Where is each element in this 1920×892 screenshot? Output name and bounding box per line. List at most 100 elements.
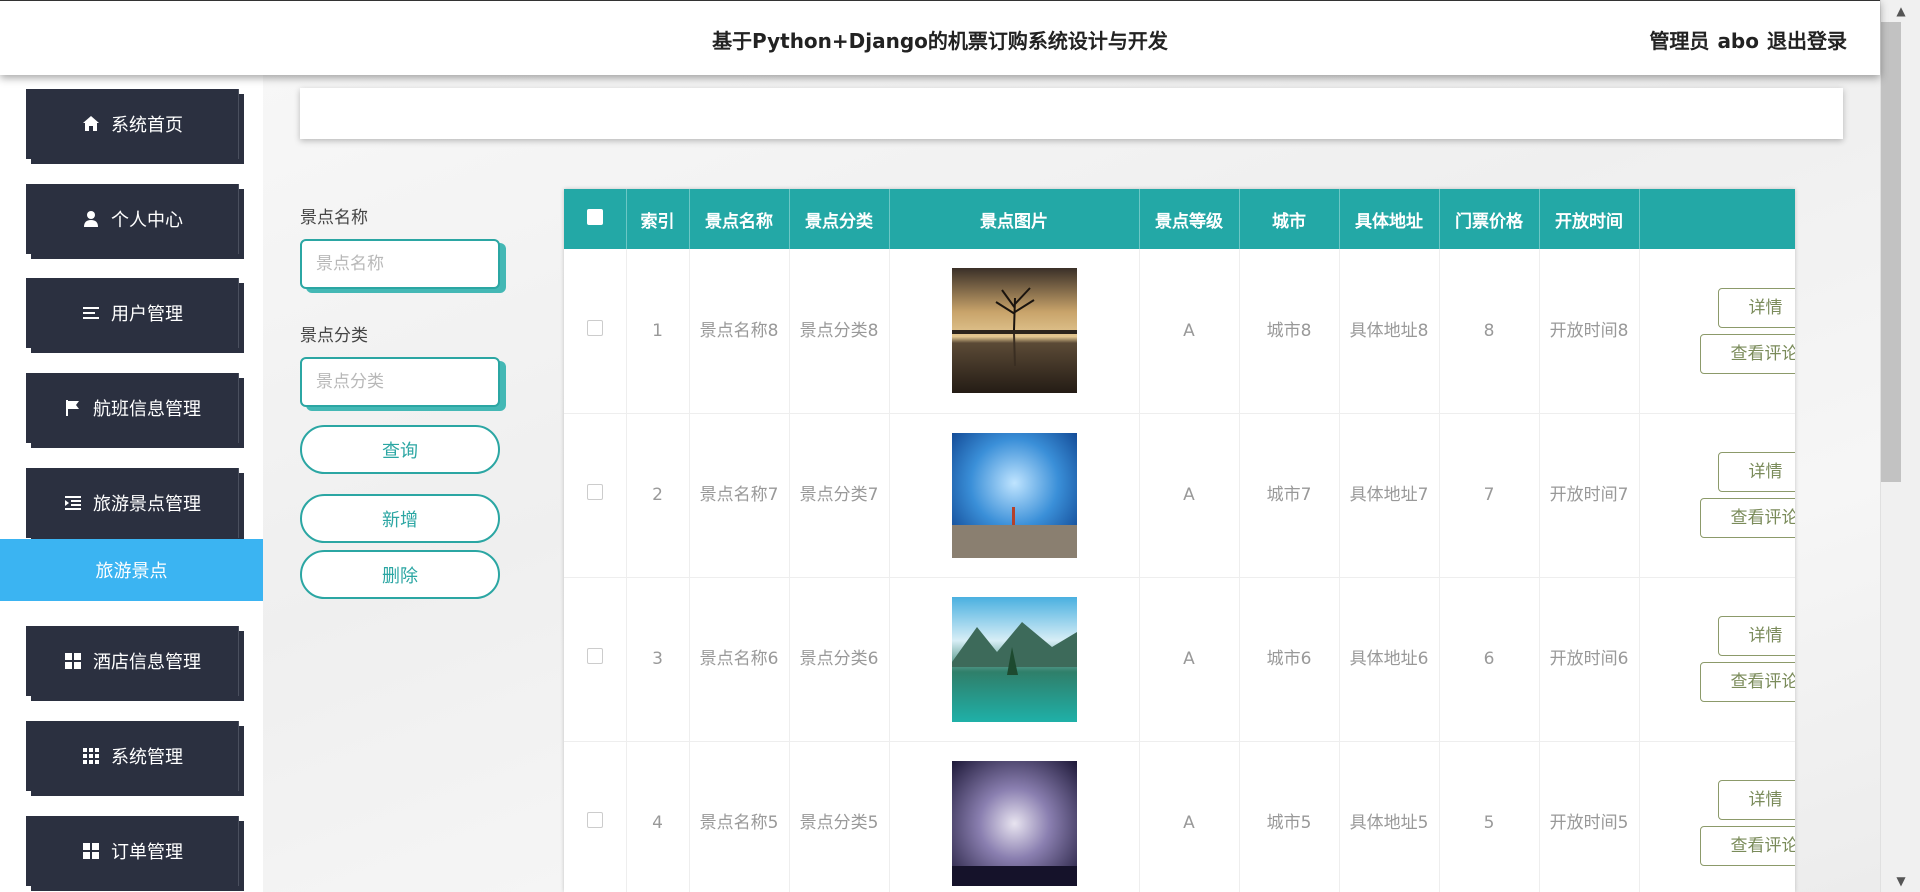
cell-level: A <box>1139 413 1240 578</box>
select-all-checkbox[interactable] <box>586 208 603 225</box>
cell-city: 城市5 <box>1239 741 1340 892</box>
category-search-label: 景点分类 <box>300 326 368 346</box>
col-header: 开放时间 <box>1539 189 1640 249</box>
flag-icon <box>63 398 83 418</box>
cell-price: 6 <box>1439 577 1540 742</box>
scenic-image-blue-sky <box>951 432 1077 558</box>
cell-image <box>889 577 1140 742</box>
detail-button[interactable]: 详情 <box>1717 616 1795 656</box>
cell-open-time: 开放时间7 <box>1539 413 1640 578</box>
detail-button[interactable]: 详情 <box>1717 452 1795 492</box>
sidebar-item-label: 用户管理 <box>111 304 183 325</box>
home-icon <box>81 114 101 134</box>
detail-button[interactable]: 详情 <box>1717 287 1795 328</box>
sidebar-subitem-scenic-spots[interactable]: 旅游景点 <box>0 539 263 601</box>
sidebar-item-orders[interactable]: 订单管理 <box>26 816 239 886</box>
cell-open-time: 开放时间5 <box>1539 741 1640 892</box>
table-row: 4 景点名称5 景点分类5 A 城市5 具体地址5 5 开放时间5 详情 查看评… <box>564 741 1795 892</box>
sidebar-item-users[interactable]: 用户管理 <box>26 278 239 348</box>
grid-icon <box>63 651 83 671</box>
row-checkbox[interactable] <box>586 812 603 828</box>
username: abo <box>1717 29 1759 53</box>
col-header-actions <box>1639 189 1795 249</box>
cell-level: A <box>1139 741 1240 892</box>
scenic-image-night-sky <box>951 760 1077 886</box>
cell-category: 景点分类8 <box>789 249 890 414</box>
cell-index: 2 <box>626 413 690 578</box>
sidebar-item-label: 系统管理 <box>111 747 183 768</box>
detail-button[interactable]: 详情 <box>1717 780 1795 820</box>
sidebar-item-flights[interactable]: 航班信息管理 <box>26 373 239 443</box>
cell-open-time: 开放时间6 <box>1539 577 1640 742</box>
scenic-table: 索引 景点名称 景点分类 景点图片 景点等级 城市 具体地址 门票价格 开放时间… <box>564 189 1795 892</box>
cell-actions: 详情 查看评论 <box>1639 249 1795 414</box>
view-reviews-button[interactable]: 查看评论 <box>1699 333 1795 374</box>
sidebar-item-system[interactable]: 系统管理 <box>26 721 239 791</box>
cell-image <box>889 413 1140 578</box>
view-reviews-button[interactable]: 查看评论 <box>1699 662 1795 702</box>
cell-index: 4 <box>626 741 690 892</box>
cell-category: 景点分类6 <box>789 577 890 742</box>
list-icon <box>81 303 101 323</box>
cell-category: 景点分类5 <box>789 741 890 892</box>
cell-name: 景点名称5 <box>689 741 790 892</box>
category-search-input[interactable] <box>300 357 500 407</box>
sidebar-item-label: 个人中心 <box>111 210 183 231</box>
grid-icon <box>81 841 101 861</box>
col-header: 景点名称 <box>689 189 790 249</box>
delete-button[interactable]: 删除 <box>300 550 500 599</box>
col-header: 具体地址 <box>1339 189 1440 249</box>
table-row: 1 景点名称8 景点分类8 A 城市8 具体地址8 8 开放时间8 详情 查看评… <box>564 249 1795 414</box>
scroll-thumb[interactable] <box>1881 22 1901 482</box>
row-checkbox[interactable] <box>586 319 603 336</box>
cell-name: 景点名称6 <box>689 577 790 742</box>
query-button[interactable]: 查询 <box>300 425 500 474</box>
user-area: 管理员 abo 退出登录 <box>1641 25 1847 54</box>
sidebar-item-scenic[interactable]: 旅游景点管理 <box>26 468 239 538</box>
cell-city: 城市8 <box>1239 249 1340 414</box>
cell-price: 8 <box>1439 249 1540 414</box>
scenic-image-lake <box>951 596 1077 722</box>
col-header: 景点分类 <box>789 189 890 249</box>
col-header: 景点等级 <box>1139 189 1240 249</box>
cell-image <box>889 249 1140 414</box>
view-reviews-button[interactable]: 查看评论 <box>1699 498 1795 538</box>
scroll-up-icon[interactable]: ▲ <box>1881 0 1920 22</box>
sidebar: 系统首页 个人中心 用户管理 航班信息管理 旅游景点管理 旅游景点 酒店信息管理 <box>0 75 263 892</box>
indent-icon <box>63 493 83 513</box>
row-checkbox[interactable] <box>586 648 603 664</box>
view-reviews-button[interactable]: 查看评论 <box>1699 826 1795 866</box>
cell-city: 城市7 <box>1239 413 1340 578</box>
sidebar-item-home[interactable]: 系统首页 <box>26 89 239 159</box>
cell-address: 具体地址6 <box>1339 577 1440 742</box>
table-header-row: 索引 景点名称 景点分类 景点图片 景点等级 城市 具体地址 门票价格 开放时间 <box>564 189 1795 249</box>
table-row: 3 景点名称6 景点分类6 A 城市6 具体地址6 6 开放时间6 详情 查看评… <box>564 577 1795 742</box>
select-all-cell[interactable] <box>564 189 627 249</box>
cell-price: 7 <box>1439 413 1540 578</box>
cell-actions: 详情 查看评论 <box>1639 577 1795 742</box>
sidebar-item-hotels[interactable]: 酒店信息管理 <box>26 626 239 696</box>
sidebar-item-label: 系统首页 <box>111 115 183 136</box>
col-header: 索引 <box>626 189 690 249</box>
cell-name: 景点名称8 <box>689 249 790 414</box>
sidebar-item-label: 航班信息管理 <box>93 399 201 420</box>
cell-name: 景点名称7 <box>689 413 790 578</box>
scroll-down-icon[interactable]: ▼ <box>1881 870 1920 892</box>
cell-level: A <box>1139 577 1240 742</box>
sidebar-item-label: 酒店信息管理 <box>93 652 201 673</box>
col-header: 城市 <box>1239 189 1340 249</box>
cell-index: 1 <box>626 249 690 414</box>
name-search-input[interactable] <box>300 239 500 289</box>
row-checkbox[interactable] <box>586 484 603 500</box>
page-scrollbar[interactable]: ▲ ▼ <box>1880 0 1920 892</box>
cell-level: A <box>1139 249 1240 414</box>
table-row: 2 景点名称7 景点分类7 A 城市7 具体地址7 7 开放时间7 详情 查看评… <box>564 413 1795 578</box>
add-button[interactable]: 新增 <box>300 494 500 543</box>
sidebar-item-label: 订单管理 <box>111 842 183 863</box>
name-search-label: 景点名称 <box>300 208 368 228</box>
sidebar-item-profile[interactable]: 个人中心 <box>26 184 239 254</box>
logout-button[interactable]: 退出登录 <box>1767 29 1847 53</box>
top-header: 基于Python+Django的机票订购系统设计与开发 管理员 abo 退出登录 <box>0 0 1880 75</box>
cell-image <box>889 741 1140 892</box>
main-content: 景点名称 景点分类 查询 新增 删除 索引 景点名称 景点分类 景点图片 景点等… <box>263 75 1880 892</box>
